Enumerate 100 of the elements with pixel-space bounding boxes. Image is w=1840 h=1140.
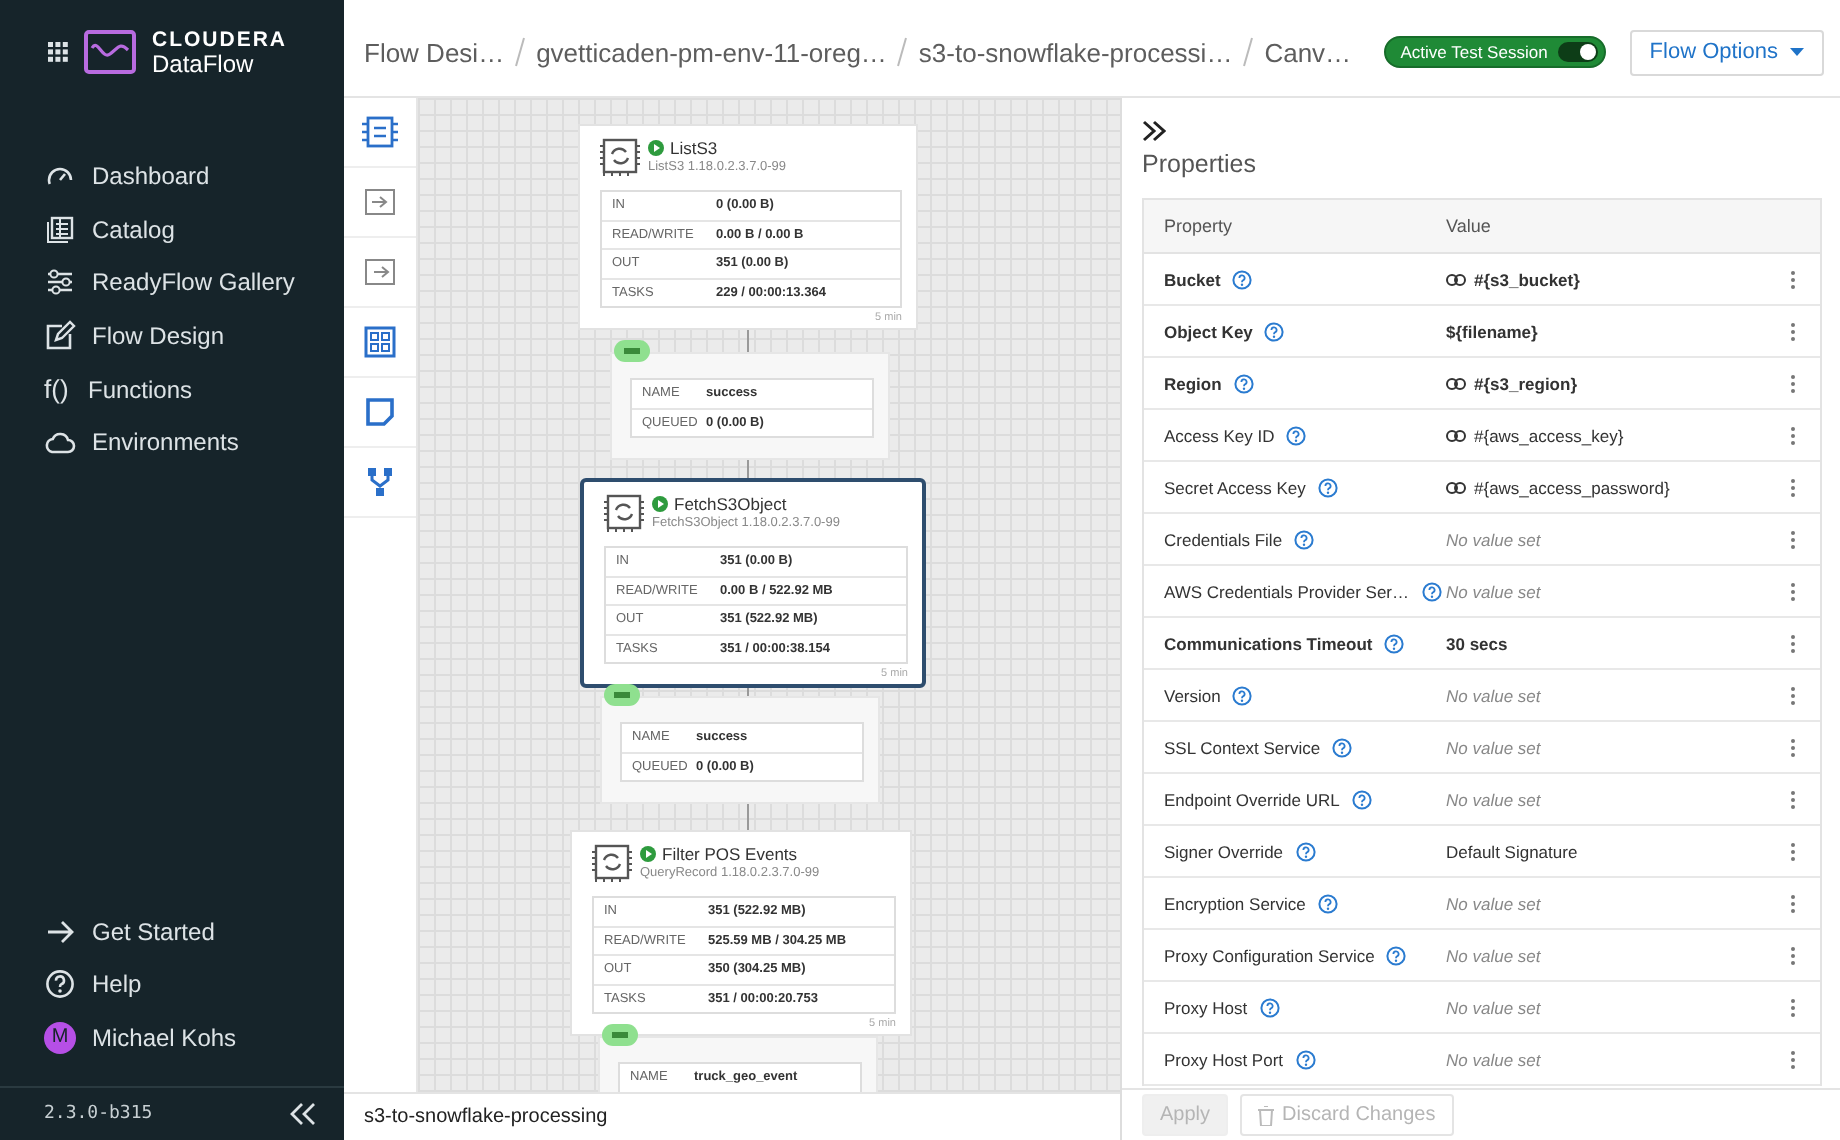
collapse-icon[interactable] (288, 1102, 316, 1126)
processor-name: Filter POS Events (662, 844, 798, 864)
logo-icon (84, 30, 136, 74)
property-value: #{aws_access_key} (1474, 425, 1624, 445)
arrow-right-icon (44, 915, 76, 948)
property-name: Proxy Host Port (1164, 1049, 1284, 1069)
flow-options-button[interactable]: Flow Options (1629, 29, 1824, 75)
nav-item[interactable]: f() Functions (0, 362, 209, 416)
processor-icon (592, 844, 632, 884)
caret-icon (1790, 48, 1804, 56)
test-session-toggle[interactable]: Active Test Session (1384, 36, 1606, 68)
panel-title: Properties (1142, 150, 1258, 178)
catalog-icon (44, 213, 76, 246)
kebab-menu-icon[interactable] (1789, 633, 1795, 653)
processor-icon (600, 138, 640, 178)
breadcrumb-link[interactable]: gvetticaden-pm-env-11-oreg… (536, 37, 887, 67)
kebab-menu-icon[interactable] (1789, 841, 1795, 861)
property-value: No value set (1446, 1049, 1541, 1069)
property-value: #{s3_region} (1474, 373, 1577, 393)
kebab-menu-icon[interactable] (1789, 997, 1795, 1017)
link-icon (1446, 429, 1466, 441)
property-name: Object Key (1164, 321, 1253, 341)
kebab-menu-icon[interactable] (1789, 789, 1795, 809)
output-port-icon[interactable] (362, 254, 398, 290)
property-value: No value set (1446, 529, 1541, 549)
property-value: #{s3_bucket} (1474, 269, 1580, 289)
breadcrumb-separator (896, 36, 909, 68)
kebab-menu-icon[interactable] (1789, 685, 1795, 705)
help-icon[interactable] (1421, 581, 1442, 601)
nav-item[interactable]: Catalog (0, 203, 191, 257)
kebab-menu-icon[interactable] (1789, 737, 1795, 757)
kebab-menu-icon[interactable] (1789, 581, 1795, 601)
kebab-menu-icon[interactable] (1789, 373, 1795, 393)
nav-item[interactable]: ReadyFlow Gallery (0, 256, 311, 310)
help-icon[interactable] (1317, 893, 1338, 913)
help-icon[interactable] (1351, 789, 1372, 809)
funnel-icon[interactable] (362, 464, 398, 500)
expand-icon[interactable] (1142, 120, 1166, 142)
help-icon[interactable] (1386, 945, 1407, 965)
kebab-menu-icon[interactable] (1789, 529, 1795, 549)
function-icon: f() (44, 374, 72, 405)
column-header: Property (1162, 216, 1235, 236)
help-icon[interactable] (1295, 841, 1316, 861)
kebab-menu-icon[interactable] (1789, 425, 1795, 445)
help-icon[interactable] (1332, 737, 1353, 757)
nav-item[interactable]: Environments (0, 415, 255, 470)
user-menu[interactable]: M Michael Kohs (0, 1010, 253, 1064)
process-group-icon[interactable] (362, 324, 398, 360)
company-name: CLOUDERA (152, 28, 287, 52)
help-icon[interactable] (1232, 685, 1253, 705)
note-icon[interactable] (362, 394, 398, 430)
property-value: Default Signature (1446, 841, 1578, 861)
property-name: Endpoint Override URL (1164, 789, 1340, 809)
property-name: Proxy Configuration Service (1164, 945, 1375, 965)
help-icon[interactable] (1259, 997, 1280, 1017)
flow-name: s3-to-snowflake-processing (364, 1106, 608, 1128)
link-icon (1446, 481, 1466, 493)
help-icon[interactable] (1233, 373, 1254, 393)
processor-icon (604, 494, 644, 534)
kebab-menu-icon[interactable] (1789, 269, 1795, 289)
property-value: No value set (1446, 997, 1541, 1017)
help-icon[interactable] (1317, 477, 1338, 497)
app-grid-icon[interactable] (48, 42, 68, 62)
avatar: M (44, 1021, 76, 1054)
property-name: Proxy Host (1164, 997, 1248, 1017)
breadcrumb-separator (514, 36, 527, 68)
help-icon[interactable] (1286, 425, 1307, 445)
kebab-menu-icon[interactable] (1789, 477, 1795, 497)
help-icon[interactable] (1384, 633, 1405, 653)
nav-item[interactable]: Dashboard (0, 150, 226, 204)
nav-item[interactable]: Help (0, 957, 158, 1011)
property-value: No value set (1446, 685, 1541, 705)
trash-icon (1258, 1105, 1275, 1125)
property-value: No value set (1446, 581, 1541, 601)
breadcrumb-link[interactable]: Canv… (1264, 37, 1352, 67)
nav-item[interactable]: Get Started (0, 904, 231, 958)
property-name: Signer Override (1164, 841, 1284, 861)
nav-item[interactable]: Flow Design (0, 309, 241, 363)
property-value: 30 secs (1446, 633, 1508, 653)
kebab-menu-icon[interactable] (1789, 893, 1795, 913)
help-icon[interactable] (1294, 529, 1315, 549)
help-icon[interactable] (1295, 1049, 1316, 1069)
processor-icon[interactable] (362, 114, 398, 150)
help-icon[interactable] (1232, 269, 1253, 289)
property-value: #{aws_access_password} (1474, 477, 1670, 497)
edit-icon (44, 320, 76, 353)
link-icon (1446, 273, 1466, 285)
property-value: No value set (1446, 945, 1541, 965)
breadcrumb-link[interactable]: s3-to-snowflake-processi… (918, 37, 1233, 67)
breadcrumb-separator (1242, 36, 1255, 68)
property-name: Bucket (1164, 269, 1221, 289)
processor-name: ListS3 (670, 138, 718, 158)
property-value: No value set (1446, 737, 1541, 757)
kebab-menu-icon[interactable] (1789, 1049, 1795, 1069)
kebab-menu-icon[interactable] (1789, 945, 1795, 965)
breadcrumb-link[interactable]: Flow Desi… (364, 37, 505, 67)
input-port-icon[interactable] (362, 184, 398, 220)
kebab-menu-icon[interactable] (1789, 321, 1795, 341)
property-name: Communications Timeout (1164, 633, 1373, 653)
help-icon[interactable] (1264, 321, 1285, 341)
